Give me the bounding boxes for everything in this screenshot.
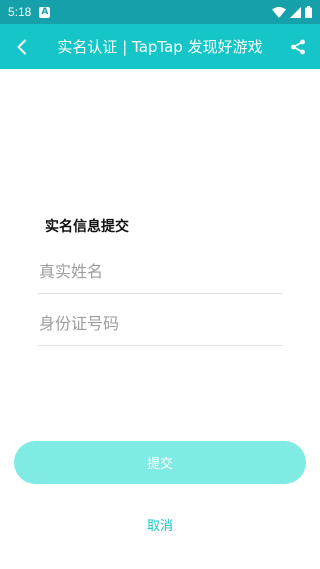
share-button[interactable] bbox=[276, 24, 320, 69]
cancel-button[interactable]: 取消 bbox=[130, 515, 190, 534]
submit-button[interactable]: 提交 bbox=[14, 441, 306, 484]
form-title: 实名信息提交 bbox=[45, 219, 129, 235]
page-title: 实名认证 | TapTap 发现好游戏 bbox=[57, 38, 263, 56]
back-button[interactable] bbox=[0, 24, 44, 69]
id-number-input[interactable] bbox=[38, 302, 283, 346]
wifi-icon bbox=[272, 6, 286, 18]
real-name-input[interactable] bbox=[38, 250, 283, 294]
status-time: 5:18 bbox=[8, 5, 32, 19]
back-arrow-icon bbox=[17, 39, 26, 54]
signal-icon bbox=[290, 6, 301, 18]
app-bar: 实名认证 | TapTap 发现好游戏 bbox=[0, 24, 320, 69]
status-icons bbox=[272, 6, 312, 18]
status-bar: 5:18 A bbox=[0, 0, 320, 24]
a-icon: A bbox=[39, 6, 51, 18]
battery-icon bbox=[305, 6, 312, 18]
share-icon bbox=[291, 39, 305, 54]
